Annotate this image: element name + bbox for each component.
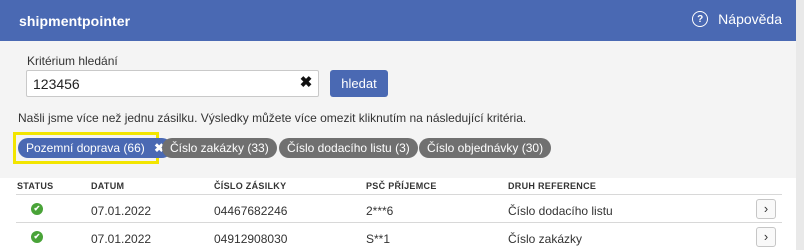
results-info-text: Našli jsme více než jednu zásilku. Výsle…: [18, 111, 527, 125]
row-reference-type: Číslo dodacího listu: [508, 204, 613, 218]
column-header-date: DATUM: [91, 181, 125, 191]
column-header-reference-type: DRUH REFERENCE: [508, 181, 597, 191]
filter-chip-label: Číslo zakázky: [170, 141, 245, 155]
help-icon: ?: [692, 11, 709, 27]
table-row[interactable]: ✔ 07.01.2022 04467682246 2***6 Číslo dod…: [16, 194, 782, 222]
filter-chip-label: Číslo dodacího listu: [287, 141, 392, 155]
filter-chip-cislo-zakazky[interactable]: Číslo zakázky (33): [162, 138, 277, 158]
row-shipment-number: 04912908030: [214, 232, 288, 246]
search-button[interactable]: hledat: [330, 70, 388, 97]
status-ok-icon: ✔: [31, 203, 43, 215]
app-window: shipmentpointer ? Nápověda Kritérium hle…: [0, 0, 804, 250]
column-header-recipient-zip: PSČ PŘÍJEMCE: [366, 181, 437, 191]
chevron-right-icon[interactable]: ›: [756, 227, 776, 247]
row-date: 07.01.2022: [91, 232, 152, 246]
filter-chip-cislo-dodaciho-listu[interactable]: Číslo dodacího listu (3): [279, 138, 418, 158]
window-scrollbar[interactable]: [796, 0, 804, 250]
filter-chip-label: Číslo objednávky: [427, 141, 519, 155]
brand-logo-text[interactable]: shipmentpointer: [19, 13, 130, 29]
filter-chip-count: (33): [247, 141, 269, 155]
filter-chip-count: (66): [123, 141, 145, 155]
row-reference-type: Číslo zakázky: [508, 232, 583, 246]
row-shipment-number: 04467682246: [214, 204, 288, 218]
filter-chip-label: Pozemní doprava: [26, 141, 121, 155]
filter-chip-cislo-objednavky[interactable]: Číslo objednávky (30): [419, 138, 552, 158]
search-criterion-label: Kritérium hledání: [27, 54, 118, 68]
top-bar: shipmentpointer ? Nápověda: [0, 0, 796, 41]
results-table: STATUS DATUM ČÍSLO ZÁSILKY PSČ PŘÍJEMCE …: [0, 178, 796, 250]
row-date: 07.01.2022: [91, 204, 152, 218]
filter-chip-count: (3): [395, 141, 410, 155]
row-recipient-zip: S**1: [366, 232, 391, 246]
help-link[interactable]: ? Nápověda: [692, 11, 782, 27]
filter-chip-count: (30): [521, 141, 544, 155]
column-header-status: STATUS: [17, 181, 54, 191]
search-panel: Kritérium hledání 123456 ✖ hledat Našli …: [0, 41, 796, 178]
row-recipient-zip: 2***6: [366, 204, 394, 218]
table-row[interactable]: ✔ 07.01.2022 04912908030 S**1 Číslo zaká…: [16, 222, 782, 250]
filter-chip-pozemni-doprava[interactable]: Pozemní doprava (66) ✖: [18, 138, 173, 158]
help-label: Nápověda: [718, 11, 782, 27]
clear-icon[interactable]: ✖: [298, 75, 314, 91]
status-ok-icon: ✔: [31, 231, 43, 243]
chevron-right-icon[interactable]: ›: [756, 199, 776, 219]
column-header-shipment-number: ČÍSLO ZÁSILKY: [214, 181, 287, 191]
search-input[interactable]: 123456 ✖: [26, 70, 319, 97]
search-input-value[interactable]: 123456: [33, 76, 80, 92]
